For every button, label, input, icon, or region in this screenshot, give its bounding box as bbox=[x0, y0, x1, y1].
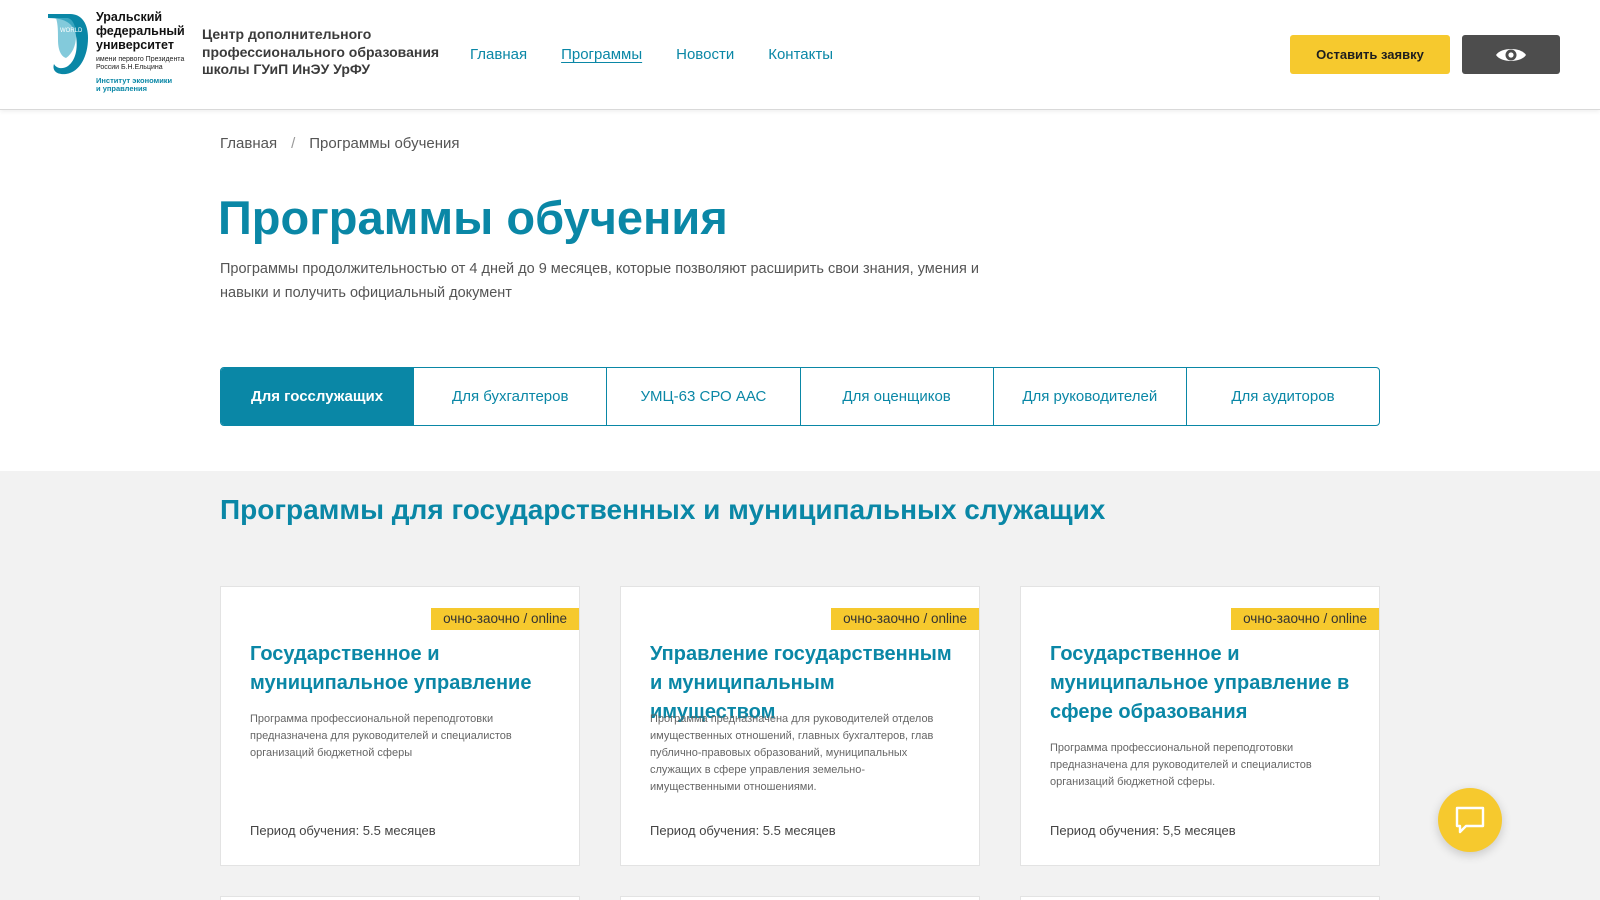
logo-university-name: Уральский федеральный университет bbox=[96, 10, 185, 52]
program-card-partial[interactable] bbox=[220, 896, 580, 900]
program-description: Программа предназначена для руководителе… bbox=[650, 713, 934, 793]
tab-appraisers[interactable]: Для оценщиков bbox=[801, 368, 994, 425]
tab-managers[interactable]: Для руководителей bbox=[994, 368, 1187, 425]
page-title: Программы обучения bbox=[218, 191, 728, 244]
tab-civil-servants[interactable]: Для госслужащих bbox=[221, 368, 415, 425]
accessibility-button[interactable] bbox=[1462, 35, 1560, 74]
page-description: Программы продолжительностью от 4 дней д… bbox=[220, 261, 979, 301]
breadcrumb-home[interactable]: Главная bbox=[220, 135, 277, 152]
nav-link-programs[interactable]: Программы bbox=[561, 46, 642, 63]
program-period: Период обучения: 5,5 месяцев bbox=[1050, 823, 1236, 838]
program-title[interactable]: Государственное и муниципальное управлен… bbox=[250, 640, 560, 698]
center-title: Центр дополнительного профессионального … bbox=[202, 26, 440, 77]
program-period: Период обучения: 5.5 месяцев bbox=[650, 823, 836, 838]
program-card-partial[interactable] bbox=[620, 896, 980, 900]
breadcrumb: Главная / Программы обучения bbox=[220, 135, 460, 152]
tab-auditors[interactable]: Для аудиторов bbox=[1187, 368, 1379, 425]
section-title: Программы для государственных и муниципа… bbox=[220, 494, 1106, 525]
svg-text:WORLD: WORLD bbox=[60, 28, 83, 34]
program-card[interactable]: очно-заочно / online Государственное и м… bbox=[220, 586, 580, 866]
breadcrumb-separator: / bbox=[291, 135, 296, 152]
audience-tabs: Для госслужащих Для бухгалтеров УМЦ-63 С… bbox=[220, 367, 1380, 426]
logo-institute: Институт экономики и управления bbox=[96, 76, 173, 93]
chat-icon bbox=[1455, 806, 1485, 834]
chat-button[interactable] bbox=[1438, 788, 1502, 852]
format-badge: очно-заочно / online bbox=[1231, 608, 1379, 630]
nav-link-news[interactable]: Новости bbox=[676, 46, 734, 63]
program-card[interactable]: очно-заочно / online Государственное и м… bbox=[1020, 586, 1380, 866]
nav-link-contacts[interactable]: Контакты bbox=[768, 46, 833, 63]
program-card-partial[interactable] bbox=[1020, 896, 1380, 900]
program-card[interactable]: очно-заочно / online Управление государс… bbox=[620, 586, 980, 866]
program-period: Период обучения: 5.5 месяцев bbox=[250, 823, 436, 838]
tab-umc-63[interactable]: УМЦ-63 СРО ААС bbox=[607, 368, 801, 425]
logo-subtitle: имени первого Президента России Б.Н.Ельц… bbox=[96, 56, 185, 71]
program-title[interactable]: Государственное и муниципальное управлен… bbox=[1050, 640, 1360, 727]
site-header: WORLD Уральский федеральный университет … bbox=[0, 0, 1600, 110]
program-description: Программа профессиональной переподготовк… bbox=[250, 713, 512, 759]
apply-button[interactable]: Оставить заявку bbox=[1290, 35, 1450, 74]
nav-link-home[interactable]: Главная bbox=[470, 46, 527, 63]
eye-icon bbox=[1496, 48, 1526, 61]
urfu-logo-icon: WORLD bbox=[48, 14, 88, 75]
format-badge: очно-заочно / online bbox=[831, 608, 979, 630]
tab-accountants[interactable]: Для бухгалтеров bbox=[414, 368, 608, 425]
main-nav: Главная Программы Новости Контакты bbox=[470, 46, 833, 63]
format-badge: очно-заочно / online bbox=[431, 608, 579, 630]
university-logo[interactable]: WORLD Уральский федеральный университет … bbox=[46, 10, 196, 96]
program-description: Программа профессиональной переподготовк… bbox=[1050, 742, 1312, 788]
breadcrumb-current: Программы обучения bbox=[309, 135, 460, 152]
